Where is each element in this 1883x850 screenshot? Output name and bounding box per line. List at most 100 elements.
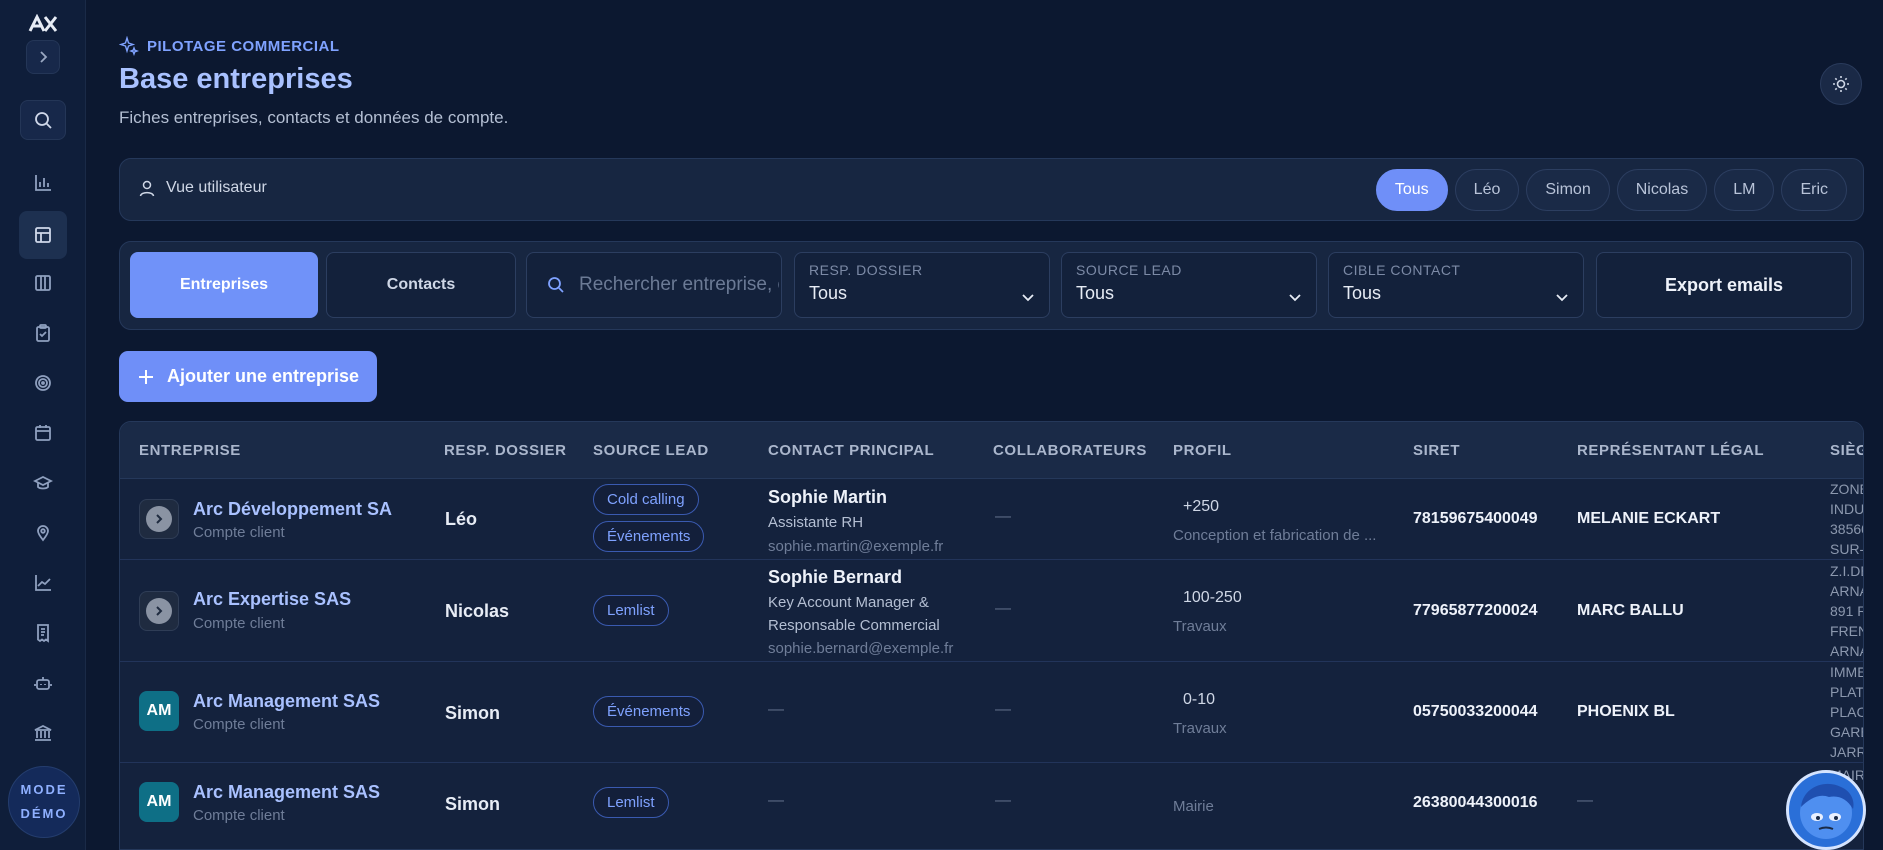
- nav-analytics[interactable]: [25, 565, 61, 601]
- theme-toggle-button[interactable]: [1820, 63, 1862, 105]
- company-sub: Compte client: [193, 716, 285, 733]
- nav-training[interactable]: [25, 465, 61, 501]
- search-input[interactable]: [579, 274, 779, 296]
- columns-icon: [35, 275, 51, 291]
- contact-email[interactable]: sophie.bernard@exemple.fr: [768, 640, 953, 657]
- profil-value: 0-10: [1183, 691, 1216, 708]
- user-view-text: Vue utilisateur: [166, 179, 267, 196]
- search-box: [526, 252, 782, 318]
- nav-companies[interactable]: [19, 211, 67, 259]
- source-lead-select[interactable]: SOURCE LEAD Tous: [1061, 252, 1317, 318]
- siege-line: IMME: [1830, 664, 1864, 680]
- company-name[interactable]: Arc Expertise SAS: [193, 589, 351, 610]
- representant-legal: MARC BALLU: [1577, 602, 1684, 619]
- user-pill-simon[interactable]: Simon: [1526, 169, 1610, 211]
- resp-dossier-select[interactable]: RESP. DOSSIER Tous: [794, 252, 1050, 318]
- resp-dossier-value: Tous: [809, 283, 848, 303]
- representant-legal: MELANIE ECKART: [1577, 510, 1721, 527]
- search-icon: [35, 112, 52, 129]
- table-icon: [35, 227, 51, 243]
- siret: 77965877200024: [1413, 602, 1538, 619]
- bank-icon: [34, 724, 52, 741]
- search-button[interactable]: [20, 100, 66, 140]
- source-tag: Événements: [593, 696, 705, 727]
- col-resp-dossier[interactable]: RESP. DOSSIER: [444, 442, 567, 459]
- user-pill-tous[interactable]: Tous: [1375, 169, 1448, 211]
- contact-email[interactable]: sophie.martin@exemple.fr: [768, 538, 943, 555]
- col-siege[interactable]: SIÈG: [1830, 442, 1863, 459]
- profil-sector: Mairie: [1173, 798, 1214, 815]
- contact-name[interactable]: Sophie Bernard: [768, 567, 902, 588]
- demo-mode-badge[interactable]: MODE DÉMO: [8, 766, 80, 838]
- company-name[interactable]: Arc Management SAS: [193, 691, 380, 712]
- trend-line-icon: [35, 575, 51, 591]
- siege-line: JARRI: [1830, 744, 1863, 760]
- companies-table: ENTREPRISE RESP. DOSSIER SOURCE LEAD CON…: [119, 421, 1864, 850]
- sparkles-icon: [119, 36, 139, 56]
- user-icon: [139, 180, 155, 197]
- collaborateurs: —: [995, 792, 1011, 809]
- cible-contact-select[interactable]: CIBLE CONTACT Tous: [1328, 252, 1584, 318]
- user-pill-eric[interactable]: Eric: [1781, 169, 1847, 211]
- user-pill-lm[interactable]: LM: [1714, 169, 1775, 211]
- nav-dashboard[interactable]: [25, 165, 61, 201]
- nav-tasks[interactable]: [25, 315, 61, 351]
- cible-contact-label: CIBLE CONTACT: [1343, 262, 1461, 278]
- expand-sidebar-button[interactable]: [26, 40, 60, 74]
- source-tag: Lemlist: [593, 787, 669, 818]
- company-sub: Compte client: [193, 615, 285, 632]
- user-filter-pills: Tous Léo Simon Nicolas LM Eric: [1375, 169, 1847, 211]
- col-source-lead[interactable]: SOURCE LEAD: [593, 442, 709, 459]
- contact-empty: —: [768, 792, 784, 809]
- page-subtitle: Fiches entreprises, contacts et données …: [119, 108, 509, 127]
- company-avatar: AM: [139, 782, 179, 822]
- chevron-down-icon: [1022, 294, 1034, 302]
- user-pill-leo[interactable]: Léo: [1454, 169, 1520, 211]
- nav-pipeline[interactable]: [25, 265, 61, 301]
- company-name[interactable]: Arc Management SAS: [193, 782, 380, 803]
- user-view-bar: Vue utilisateur Tous Léo Simon Nicolas L…: [119, 158, 1864, 221]
- profil-sector: Travaux: [1173, 618, 1227, 635]
- map-pin-icon: [37, 525, 49, 542]
- add-company-button[interactable]: Ajouter une entreprise: [119, 351, 377, 402]
- col-siret[interactable]: SIRET: [1413, 442, 1460, 459]
- nav-bot[interactable]: [25, 665, 61, 701]
- nav-map[interactable]: [25, 515, 61, 551]
- chevron-right-icon: [156, 606, 163, 616]
- nav-targets[interactable]: [25, 365, 61, 401]
- tab-companies[interactable]: Entreprises: [130, 252, 318, 318]
- col-representant-legal[interactable]: REPRÉSENTANT LÉGAL: [1577, 442, 1764, 459]
- col-profil[interactable]: PROFIL: [1173, 442, 1232, 459]
- siege-address: Z.I.DE ARNA 891 R FREN ARNA: [1830, 561, 1864, 661]
- company-name[interactable]: Arc Développement SA: [193, 499, 392, 520]
- siege-line: 38560: [1830, 521, 1863, 537]
- assistant-avatar-button[interactable]: [1786, 770, 1866, 850]
- contact-name[interactable]: Sophie Martin: [768, 487, 887, 508]
- search-icon: [548, 277, 564, 293]
- chevron-down-icon: [1289, 294, 1301, 302]
- table-row[interactable]: AM Arc Management SAS Compte client Simo…: [120, 662, 1863, 763]
- siege-line: SUR-: [1830, 541, 1864, 557]
- col-entreprise[interactable]: ENTREPRISE: [139, 442, 241, 459]
- table-row[interactable]: Arc Développement SA Compte client Léo C…: [120, 479, 1863, 560]
- table-row[interactable]: Arc Expertise SAS Compte client Nicolas …: [120, 560, 1863, 662]
- col-collaborateurs[interactable]: COLLABORATEURS: [993, 442, 1147, 459]
- nav-calendar[interactable]: [25, 415, 61, 451]
- user-pill-nicolas[interactable]: Nicolas: [1616, 169, 1708, 211]
- siret: 05750033200044: [1413, 703, 1538, 720]
- main-content: PILOTAGE COMMERCIAL Base entreprises Fic…: [119, 0, 1864, 850]
- profil-value: +250: [1183, 498, 1220, 515]
- bot-icon: [34, 677, 52, 690]
- sun-icon: [1833, 76, 1849, 92]
- export-emails-button[interactable]: Export emails: [1596, 252, 1852, 318]
- col-contact-principal[interactable]: CONTACT PRINCIPAL: [768, 442, 934, 459]
- table-row[interactable]: AM Arc Management SAS Compte client Simo…: [120, 763, 1863, 849]
- siege-line: 891 R: [1830, 603, 1864, 619]
- collaborateurs: —: [995, 701, 1011, 718]
- tab-contacts[interactable]: Contacts: [326, 252, 516, 318]
- company-sub: Compte client: [193, 807, 285, 824]
- nav-invoices[interactable]: [25, 615, 61, 651]
- contact-role: Key Account Manager &: [768, 594, 929, 611]
- app-logo[interactable]: [28, 14, 58, 34]
- nav-bank[interactable]: [25, 715, 61, 751]
